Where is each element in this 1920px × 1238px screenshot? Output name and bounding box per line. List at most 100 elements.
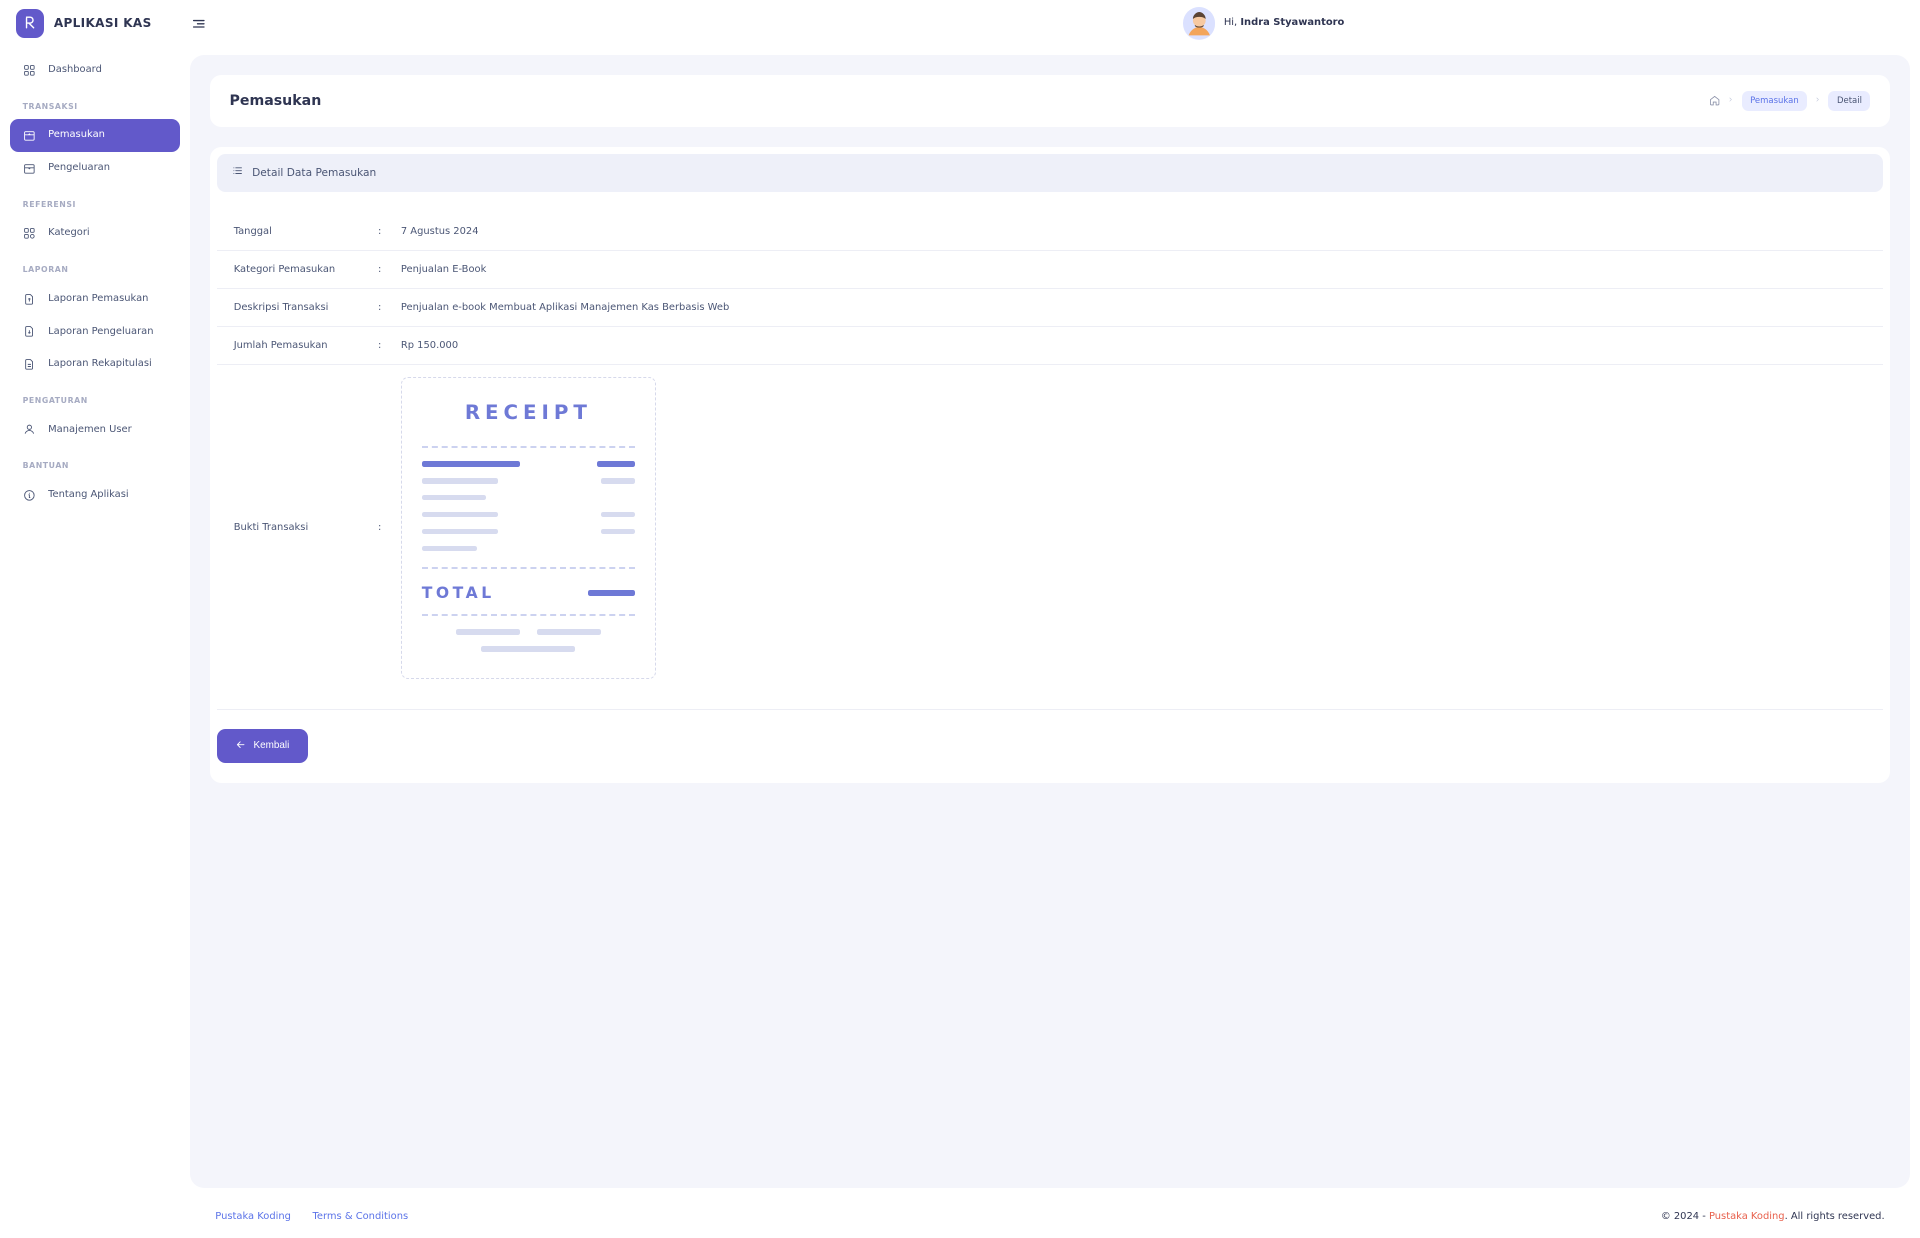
sidebar-item-label: Manajemen User (48, 423, 132, 437)
avatar-icon (1183, 7, 1216, 40)
sidebar-item-tentang[interactable]: Tentang Aplikasi (10, 479, 180, 512)
table-row: Tanggal : 7 Agustus 2024 (217, 213, 1883, 251)
arrow-left-icon (235, 739, 246, 753)
user-icon (23, 423, 37, 437)
separator: : (365, 365, 393, 691)
sidebar-item-label: Dashboard (48, 63, 102, 77)
label-bukti: Bukti Transaksi (217, 365, 366, 691)
receipt-line (422, 478, 635, 484)
label-kategori: Kategori Pemasukan (217, 251, 366, 289)
greeting-prefix: Hi, (1224, 17, 1241, 28)
sidebar-group-laporan: LAPORAN (10, 250, 180, 283)
value-kategori: Penjualan E-Book (394, 251, 1883, 289)
copyright-suffix: . All rights reserved. (1785, 1211, 1885, 1222)
value-deskripsi: Penjualan e-book Membuat Aplikasi Manaje… (394, 289, 1883, 327)
page-title: Pemasukan (229, 91, 321, 112)
receipt-total-row: TOTAL (422, 582, 635, 605)
card-title: Detail Data Pemasukan (252, 165, 376, 180)
topbar-left: APLIKASI KAS (16, 9, 209, 37)
table-row: Bukti Transaksi : RECEIPT (217, 365, 1883, 691)
sidebar-item-laporan-pemasukan[interactable]: Laporan Pemasukan (10, 283, 180, 316)
breadcrumb: Pemasukan Detail (1709, 91, 1870, 110)
chevron-right-icon (1727, 95, 1734, 107)
home-icon (1709, 95, 1720, 106)
receipt-total-label: TOTAL (422, 582, 495, 605)
divider (422, 567, 635, 569)
footer-link-pustaka[interactable]: Pustaka Koding (215, 1211, 291, 1222)
receipt-line (422, 512, 635, 518)
sidebar-item-laporan-rekapitulasi[interactable]: Laporan Rekapitulasi (10, 348, 180, 381)
separator: : (365, 289, 393, 327)
sidebar-item-label: Laporan Rekapitulasi (48, 357, 152, 371)
sidebar-toggle-button[interactable] (188, 13, 208, 33)
receipt-line (422, 629, 635, 635)
value-tanggal: 7 Agustus 2024 (394, 213, 1883, 251)
sidebar-group-referensi: REFERENSI (10, 185, 180, 218)
menu-icon (191, 16, 207, 32)
app-name: APLIKASI KAS (54, 15, 152, 32)
report-recap-icon (23, 357, 37, 371)
table-row: Deskripsi Transaksi : Penjualan e-book M… (217, 289, 1883, 327)
page-header: Pemasukan Pemasukan Detail (210, 75, 1891, 127)
card-body: Tanggal : 7 Agustus 2024 Kategori Pemasu… (210, 199, 1891, 709)
copyright-prefix: © 2024 - (1661, 1211, 1709, 1222)
sidebar-item-label: Pemasukan (48, 128, 105, 142)
sidebar-item-user[interactable]: Manajemen User (10, 413, 180, 446)
value-bukti: RECEIPT TOTAL (394, 365, 1883, 691)
divider (217, 709, 1883, 710)
topbar: APLIKASI KAS Hi, Indra Styawantoro (0, 0, 1360, 47)
footer-link-terms[interactable]: Terms & Conditions (313, 1211, 409, 1222)
avatar (1183, 7, 1216, 40)
back-button-label: Kembali (254, 740, 290, 751)
divider (422, 614, 635, 616)
receipt-line (422, 546, 635, 552)
footer: Pustaka Koding Terms & Conditions © 2024… (190, 1196, 1910, 1238)
breadcrumb-pemasukan[interactable]: Pemasukan (1742, 91, 1808, 110)
receipt-image[interactable]: RECEIPT TOTAL (401, 377, 656, 680)
label-tanggal: Tanggal (217, 213, 366, 251)
copyright-brand: Pustaka Koding (1709, 1211, 1785, 1222)
breadcrumb-home[interactable] (1709, 95, 1720, 106)
receipt-line (422, 495, 635, 501)
footer-copyright: © 2024 - Pustaka Koding. All rights rese… (1661, 1210, 1885, 1224)
sidebar-item-label: Laporan Pengeluaran (48, 325, 153, 339)
income-icon (23, 128, 37, 142)
sidebar: Dashboard TRANSAKSI Pemasukan Pengeluara… (0, 47, 190, 1238)
content-area: Pemasukan Pemasukan Detail Detail Data P… (190, 55, 1910, 1188)
report-in-icon (23, 292, 37, 306)
sidebar-item-kategori[interactable]: Kategori (10, 217, 180, 250)
username: Indra Styawantoro (1240, 17, 1344, 28)
receipt-title: RECEIPT (465, 399, 592, 428)
info-icon (23, 488, 37, 502)
table-row: Kategori Pemasukan : Penjualan E-Book (217, 251, 1883, 289)
report-out-icon (23, 325, 37, 339)
user-greeting: Hi, Indra Styawantoro (1224, 16, 1344, 30)
expense-icon (23, 161, 37, 175)
logo-area[interactable]: APLIKASI KAS (16, 9, 152, 37)
sidebar-item-dashboard[interactable]: Dashboard (10, 54, 180, 87)
breadcrumb-detail: Detail (1828, 91, 1870, 110)
separator: : (365, 213, 393, 251)
value-jumlah: Rp 150.000 (394, 327, 1883, 365)
grid-icon (23, 63, 37, 77)
table-row: Jumlah Pemasukan : Rp 150.000 (217, 327, 1883, 365)
user-menu[interactable]: Hi, Indra Styawantoro (1183, 7, 1345, 40)
chevron-right-icon (1814, 95, 1821, 107)
sidebar-item-pengeluaran[interactable]: Pengeluaran (10, 152, 180, 185)
card-actions: Kembali (210, 709, 1891, 782)
sidebar-item-label: Kategori (48, 226, 90, 240)
sidebar-item-laporan-pengeluaran[interactable]: Laporan Pengeluaran (10, 315, 180, 348)
separator: : (365, 327, 393, 365)
sidebar-item-label: Laporan Pemasukan (48, 292, 148, 306)
sidebar-item-pemasukan[interactable]: Pemasukan (10, 119, 180, 152)
back-button[interactable]: Kembali (217, 729, 308, 763)
card-header: Detail Data Pemasukan (217, 154, 1883, 192)
receipt-line (422, 529, 635, 535)
sidebar-item-label: Tentang Aplikasi (48, 488, 129, 502)
receipt-line (422, 646, 635, 652)
app-logo-icon (16, 9, 44, 37)
sidebar-group-transaksi: TRANSAKSI (10, 87, 180, 120)
sidebar-group-pengaturan: PENGATURAN (10, 381, 180, 414)
detail-card: Detail Data Pemasukan Tanggal : 7 Agustu… (210, 147, 1891, 783)
list-icon (232, 165, 243, 181)
